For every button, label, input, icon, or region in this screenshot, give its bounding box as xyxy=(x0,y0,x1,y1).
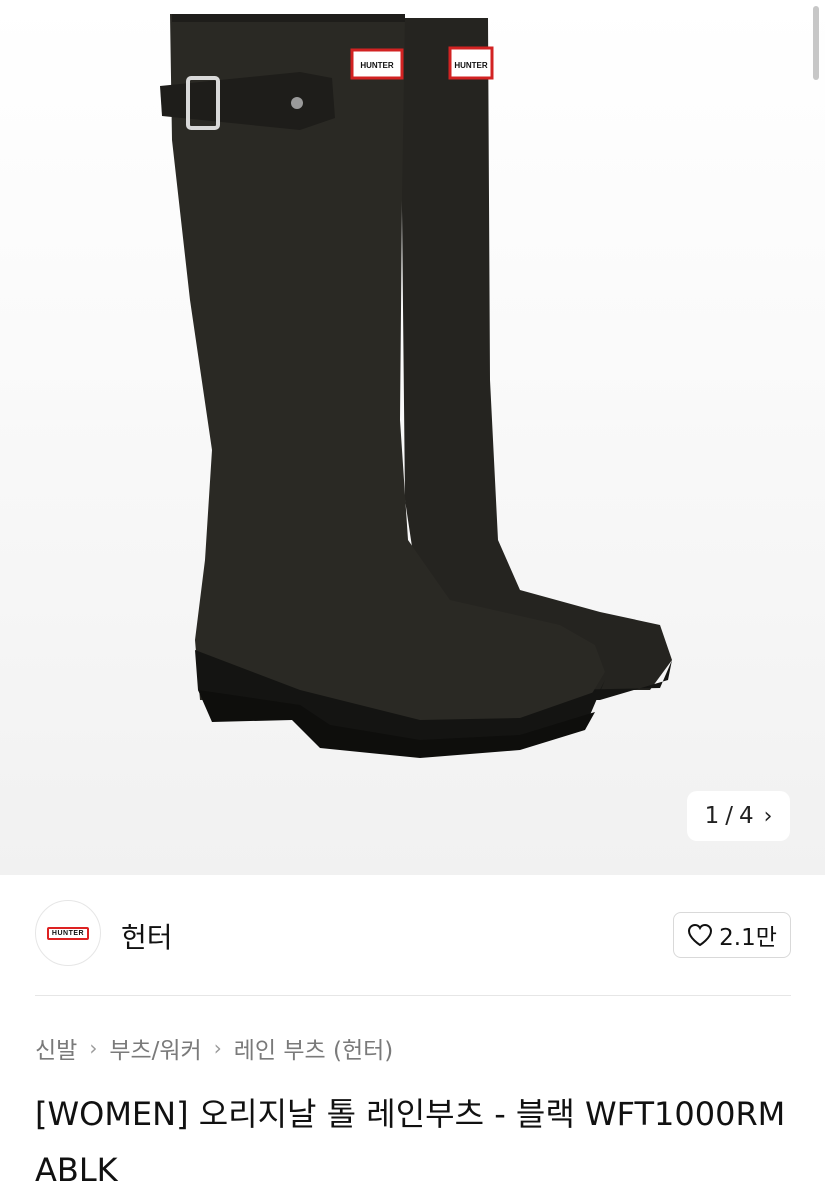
brand-row: HUNTER 헌터 2.1만 xyxy=(35,900,791,970)
chevron-right-icon: › xyxy=(89,1036,98,1060)
back-boot-label: HUNTER xyxy=(454,61,488,70)
image-counter-separator: / xyxy=(725,803,733,829)
breadcrumb-item-boots[interactable]: 부츠/워커 xyxy=(109,1031,201,1065)
breadcrumb-item-rain-boots[interactable]: 레인 부츠 (헌터) xyxy=(234,1031,394,1065)
image-counter-total: 4 xyxy=(738,803,754,829)
product-image: HUNTER HUNTER xyxy=(160,14,672,758)
brand-name[interactable]: 헌터 xyxy=(121,916,173,956)
like-button[interactable]: 2.1만 xyxy=(673,912,791,958)
heart-icon xyxy=(688,923,713,947)
product-image-gallery[interactable]: HUNTER HUNTER 1 / 4 › xyxy=(0,0,825,875)
image-counter-current: 1 xyxy=(704,803,720,829)
scrollbar-thumb[interactable] xyxy=(813,6,819,80)
brand-logo-text: HUNTER xyxy=(46,926,90,940)
breadcrumb: 신발 › 부츠/워커 › 레인 부츠 (헌터) xyxy=(35,1031,393,1065)
front-boot: HUNTER xyxy=(160,14,605,758)
breadcrumb-item-shoes[interactable]: 신발 xyxy=(35,1031,77,1065)
front-boot-label: HUNTER xyxy=(360,61,394,70)
chevron-right-icon: › xyxy=(213,1036,222,1060)
chevron-right-icon[interactable]: › xyxy=(764,804,773,829)
product-title: [WOMEN] 오리지날 톨 레인부츠 - 블랙 WFT1000RMABLK xyxy=(35,1095,786,1189)
image-counter[interactable]: 1 / 4 › xyxy=(687,791,790,841)
divider xyxy=(35,995,791,996)
like-count: 2.1만 xyxy=(719,925,777,951)
brand-logo[interactable]: HUNTER xyxy=(35,900,101,966)
